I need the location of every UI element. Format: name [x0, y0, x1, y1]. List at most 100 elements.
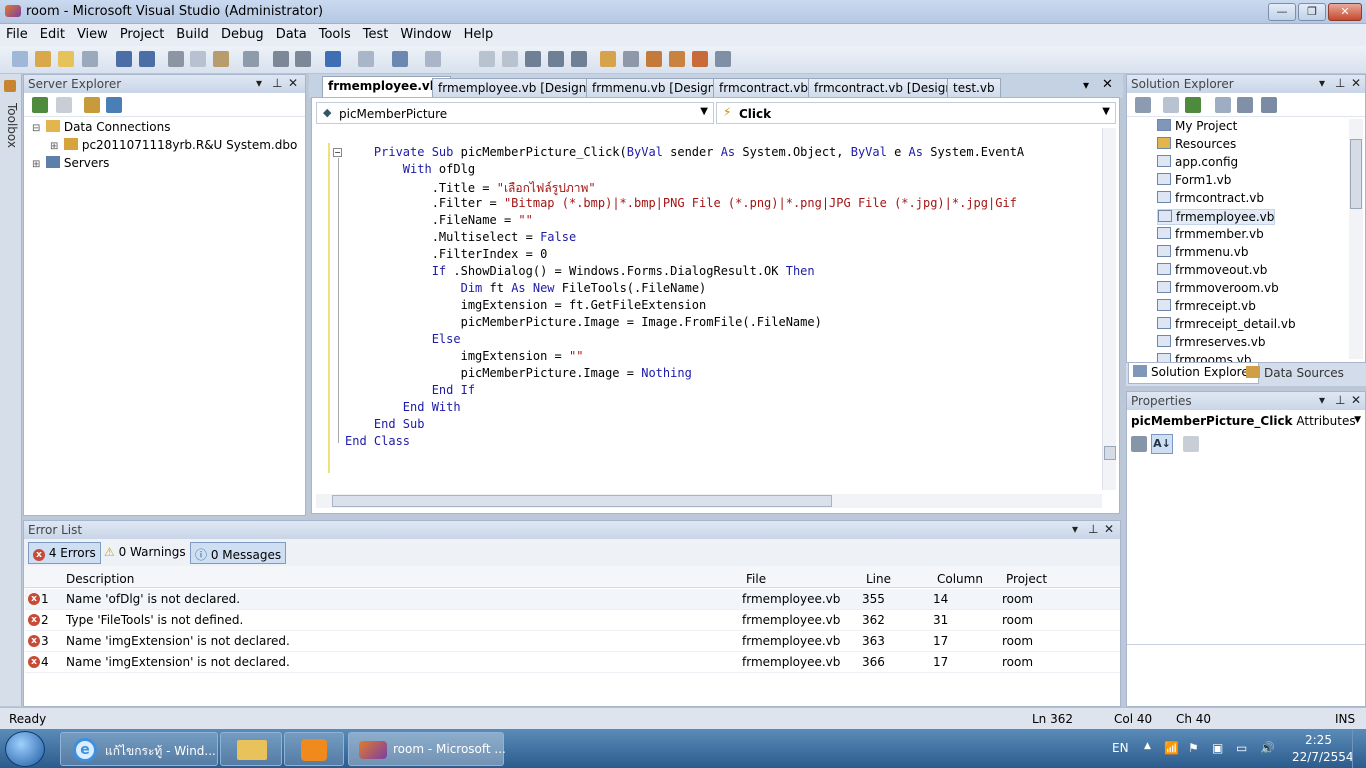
column-column[interactable]: Column — [937, 569, 983, 589]
tree-item-connection[interactable]: ⊞ pc2011071118yrb.R&U System.dbo — [50, 138, 297, 152]
tab-test-vb[interactable]: test.vb — [947, 78, 1001, 97]
solution-item[interactable]: frmemployee.vb — [1157, 209, 1276, 225]
code-line[interactable]: imgExtension = ft.GetFileExtension — [345, 298, 707, 312]
find-icon[interactable] — [243, 51, 259, 67]
volume-icon[interactable]: 🔊 — [1260, 741, 1275, 755]
pin-icon[interactable]: ⊥ — [1335, 76, 1345, 90]
code-line[interactable]: End If — [345, 383, 475, 397]
break-all-icon[interactable] — [479, 51, 495, 67]
menu-data[interactable]: Data — [270, 24, 313, 42]
solution-item[interactable]: app.config — [1157, 155, 1238, 169]
navigate-backward-icon[interactable] — [392, 51, 408, 67]
code-line[interactable]: End Sub — [345, 417, 425, 431]
solution-item[interactable]: frmmenu.vb — [1157, 245, 1248, 259]
collapse-icon[interactable]: ⊟ — [32, 123, 42, 134]
code-line[interactable]: Private Sub picMemberPicture_Click(ByVal… — [345, 145, 1024, 159]
new-project-icon[interactable] — [12, 51, 28, 67]
view-code-icon[interactable] — [1215, 97, 1231, 113]
property-pages-icon[interactable] — [1183, 436, 1199, 452]
error-row[interactable]: x 2 Type 'FileTools' is not defined. frmemp… — [25, 610, 1120, 631]
tree-item-servers[interactable]: ⊞ Servers — [32, 156, 109, 170]
event-dropdown[interactable]: ⚡ Click ▼ — [716, 102, 1116, 124]
code-line[interactable]: Dim ft As New FileTools(.FileName) — [345, 281, 707, 295]
solution-scrollbar[interactable] — [1349, 119, 1363, 359]
add-new-item-icon[interactable] — [82, 51, 98, 67]
close-panel-icon[interactable]: ✕ — [1351, 393, 1361, 407]
stop-debugging-icon[interactable] — [502, 51, 518, 67]
errors-filter-button[interactable]: x 4 Errors — [28, 542, 101, 564]
menu-file[interactable]: File — [0, 24, 34, 42]
solution-item[interactable]: frmreserves.vb — [1157, 335, 1266, 349]
error-row[interactable]: x 3 Name 'imgExtension' is not declared. fr… — [25, 631, 1120, 652]
tab-list-dropdown-icon[interactable]: ▾ — [1083, 78, 1089, 92]
code-line[interactable]: If .ShowDialog() = Windows.Forms.DialogR… — [345, 264, 815, 278]
code-line[interactable]: .Filter = "Bitmap (*.bmp)|*.bmp|PNG File… — [345, 196, 1017, 210]
connect-server-icon[interactable] — [106, 97, 122, 113]
menu-test[interactable]: Test — [357, 24, 395, 42]
stop-refresh-icon[interactable] — [56, 97, 72, 113]
v-scrollbar[interactable] — [1102, 128, 1116, 490]
dropdown-icon[interactable]: ▾ — [256, 76, 262, 90]
error-row[interactable]: x 1 Name 'ofDlg' is not declared. frmemploy… — [25, 589, 1120, 610]
save-icon[interactable] — [116, 51, 132, 67]
column-description[interactable]: Description — [66, 569, 134, 589]
outline-collapse-icon[interactable]: − — [333, 148, 342, 157]
menu-window[interactable]: Window — [394, 24, 457, 42]
taskbar-ie-window[interactable]: e แก้ไขกระทู้ - Wind... — [60, 732, 218, 766]
save-all-icon[interactable] — [139, 51, 155, 67]
close-button[interactable]: ✕ — [1328, 3, 1362, 21]
other-windows-icon[interactable] — [715, 51, 731, 67]
column-project[interactable]: Project — [1006, 569, 1047, 589]
start-button[interactable] — [5, 731, 45, 767]
alphabetical-icon[interactable]: A↓ — [1151, 434, 1173, 454]
menu-project[interactable]: Project — [114, 24, 170, 42]
h-scrollbar[interactable] — [316, 494, 1102, 508]
paste-icon[interactable] — [213, 51, 229, 67]
close-panel-icon[interactable]: ✕ — [1104, 522, 1114, 536]
display-icon[interactable]: ▭ — [1236, 741, 1247, 755]
code-line[interactable]: .FilterIndex = 0 — [345, 247, 548, 261]
add-item-icon[interactable] — [35, 51, 51, 67]
show-desktop-button[interactable] — [1352, 729, 1366, 768]
solution-item[interactable]: frmmember.vb — [1157, 227, 1264, 241]
undo-icon[interactable] — [325, 51, 341, 67]
menu-edit[interactable]: Edit — [34, 24, 71, 42]
properties-object-selector[interactable]: picMemberPicture_Click Attributes ▼ — [1127, 410, 1365, 432]
step-over-icon[interactable] — [548, 51, 564, 67]
close-document-icon[interactable]: ✕ — [1102, 77, 1113, 92]
step-out-icon[interactable] — [571, 51, 587, 67]
refresh-icon[interactable] — [32, 97, 48, 113]
h-scroll-thumb[interactable] — [332, 495, 832, 507]
code-line[interactable]: picMemberPicture.Image = Nothing — [345, 366, 692, 380]
solution-item[interactable]: My Project — [1157, 119, 1237, 133]
tab-frmcontract-vb[interactable]: frmcontract.vb — [713, 78, 815, 97]
column-line[interactable]: Line — [866, 569, 891, 589]
menu-help[interactable]: Help — [458, 24, 500, 42]
menu-view[interactable]: View — [71, 24, 114, 42]
scroll-thumb[interactable] — [1104, 446, 1116, 460]
maximize-button[interactable]: ❐ — [1298, 3, 1326, 21]
taskbar-media-player[interactable] — [284, 732, 344, 766]
show-all-files-icon[interactable] — [1163, 97, 1179, 113]
network-icon[interactable]: 📶 — [1164, 741, 1179, 755]
clock-time[interactable]: 2:25 — [1305, 733, 1332, 747]
expand-icon[interactable]: ⊞ — [32, 159, 42, 170]
pin-icon[interactable]: ⊥ — [1088, 522, 1098, 536]
error-row[interactable]: x 4 Name 'imgExtension' is not declared. fr… — [25, 652, 1120, 673]
menu-debug[interactable]: Debug — [215, 24, 270, 42]
show-hidden-icons[interactable]: ▲ — [1144, 741, 1151, 751]
navigate-forward-icon[interactable] — [425, 51, 441, 67]
tab-solution-explorer[interactable]: Solution Explorer — [1128, 363, 1259, 384]
object-browser-icon[interactable] — [646, 51, 662, 67]
devices-icon[interactable]: ▣ — [1212, 741, 1223, 755]
solution-item[interactable]: frmmoveroom.vb — [1157, 281, 1279, 295]
solution-item[interactable]: frmreceipt.vb — [1157, 299, 1256, 313]
tab-frmemployee-design[interactable]: frmemployee.vb [Design]* — [432, 78, 604, 97]
warnings-filter-button[interactable]: ⚠ 0 Warnings — [100, 542, 190, 564]
menu-tools[interactable]: Tools — [313, 24, 357, 42]
solution-explorer-icon[interactable] — [600, 51, 616, 67]
categorized-icon[interactable] — [1131, 436, 1147, 452]
taskbar-explorer[interactable] — [220, 732, 282, 766]
taskbar-visual-studio[interactable]: room - Microsoft ... — [348, 732, 506, 766]
solution-item[interactable]: Form1.vb — [1157, 173, 1231, 187]
